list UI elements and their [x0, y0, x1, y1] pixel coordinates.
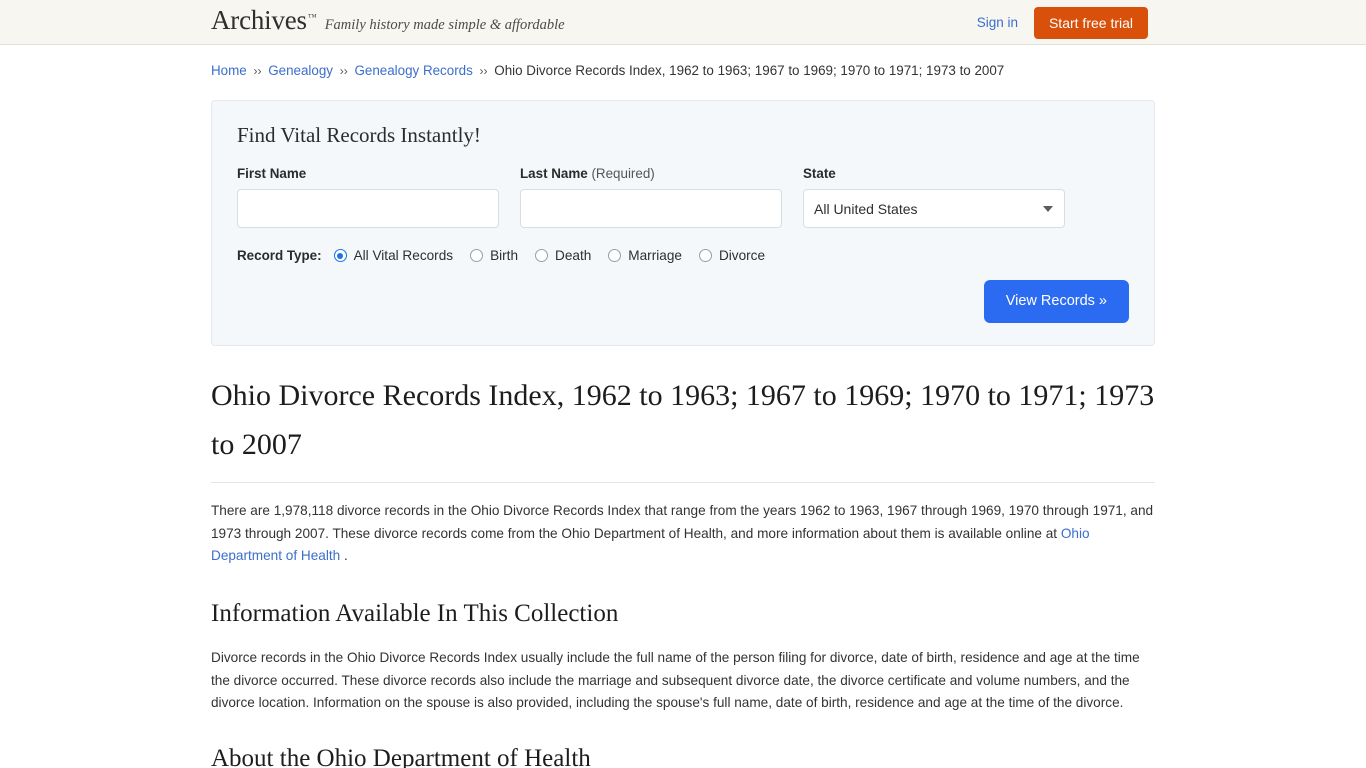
breadcrumb: Home ›› Genealogy ›› Genealogy Records ›… — [211, 45, 1155, 81]
section-1-paragraph: Divorce records in the Ohio Divorce Reco… — [211, 650, 1140, 710]
state-select[interactable]: All United States — [803, 189, 1065, 229]
intro-text-before-link: There are 1,978,118 divorce records in t… — [211, 503, 1154, 541]
last-name-required-note: (Required) — [591, 165, 655, 181]
record-type-option-label: Death — [555, 248, 592, 264]
breadcrumb-separator-icon: ›› — [479, 64, 488, 78]
page-title: Ohio Divorce Records Index, 1962 to 1963… — [211, 372, 1155, 484]
state-label: State — [803, 165, 836, 181]
state-field-group: State All United States — [803, 165, 1065, 229]
record-type-option-label: All Vital Records — [353, 248, 454, 264]
last-name-input[interactable] — [520, 189, 782, 229]
first-name-field-group: First Name — [237, 165, 499, 229]
breadcrumb-item-current: Ohio Divorce Records Index, 1962 to 1963… — [494, 63, 1005, 78]
record-type-option-label: Birth — [490, 248, 519, 264]
record-type-option-all-vital-records[interactable]: All Vital Records — [333, 248, 454, 264]
site-logo[interactable]: Archives ™ Family history made simple & … — [211, 7, 565, 34]
record-type-option-divorce[interactable]: Divorce — [698, 248, 766, 264]
radio-icon-birth[interactable] — [470, 249, 484, 263]
trademark-icon: ™ — [307, 12, 317, 22]
intro-text-after-link: . — [340, 548, 348, 564]
start-free-trial-button[interactable]: Start free trial — [1033, 6, 1148, 39]
state-select-wrapper: All United States — [803, 189, 1065, 229]
breadcrumb-separator-icon: ›› — [339, 64, 348, 78]
sign-in-link[interactable]: Sign in — [977, 15, 1018, 30]
search-submit-row: View Records » — [237, 280, 1129, 323]
radio-icon-divorce[interactable] — [698, 249, 712, 263]
intro-paragraph: There are 1,978,118 divorce records in t… — [211, 500, 1155, 567]
search-fields-row: First Name Last Name (Required) State Al… — [237, 165, 1129, 229]
breadcrumb-item-genealogy-records[interactable]: Genealogy Records — [354, 63, 472, 78]
last-name-label-text: Last Name — [520, 165, 588, 181]
record-type-option-label: Divorce — [718, 248, 766, 264]
article-body: Ohio Divorce Records Index, 1962 to 1963… — [211, 372, 1155, 768]
last-name-field-group: Last Name (Required) — [520, 167, 782, 229]
section-heading-information-available: Information Available In This Collection — [211, 599, 619, 627]
breadcrumb-item-home[interactable]: Home — [211, 63, 247, 78]
breadcrumb-item-genealogy[interactable]: Genealogy — [268, 63, 333, 78]
brand-name: Archives — [211, 5, 307, 35]
vital-records-search-panel: Find Vital Records Instantly! First Name… — [211, 99, 1155, 346]
record-type-option-marriage[interactable]: Marriage — [608, 248, 682, 263]
header-actions: Sign in Start free trial — [977, 0, 1148, 45]
radio-icon-marriage[interactable] — [608, 249, 622, 263]
radio-icon-all-vital-records[interactable] — [333, 249, 347, 263]
state-selected-value: All United States — [814, 200, 918, 217]
section-heading-about-ohio-department-of-health: About the Ohio Department of Health — [211, 745, 591, 768]
record-type-option-death[interactable]: Death — [535, 248, 591, 263]
last-name-label: Last Name (Required) — [520, 167, 782, 180]
brand-tagline: Family history made simple & affordable — [324, 17, 565, 33]
view-records-button[interactable]: View Records » — [983, 280, 1129, 323]
search-panel-title: Find Vital Records Instantly! — [237, 122, 481, 147]
first-name-input[interactable] — [237, 189, 499, 229]
record-type-label: Record Type: — [237, 248, 322, 264]
first-name-label: First Name — [237, 165, 307, 181]
record-type-option-label: Marriage — [628, 248, 682, 264]
site-header: Archives ™ Family history made simple & … — [0, 0, 1366, 45]
breadcrumb-separator-icon: ›› — [253, 64, 262, 78]
record-type-group: Record Type: All Vital Records Birth Dea… — [237, 248, 1129, 263]
record-type-option-birth[interactable]: Birth — [470, 248, 518, 263]
radio-icon-death[interactable] — [535, 249, 549, 263]
